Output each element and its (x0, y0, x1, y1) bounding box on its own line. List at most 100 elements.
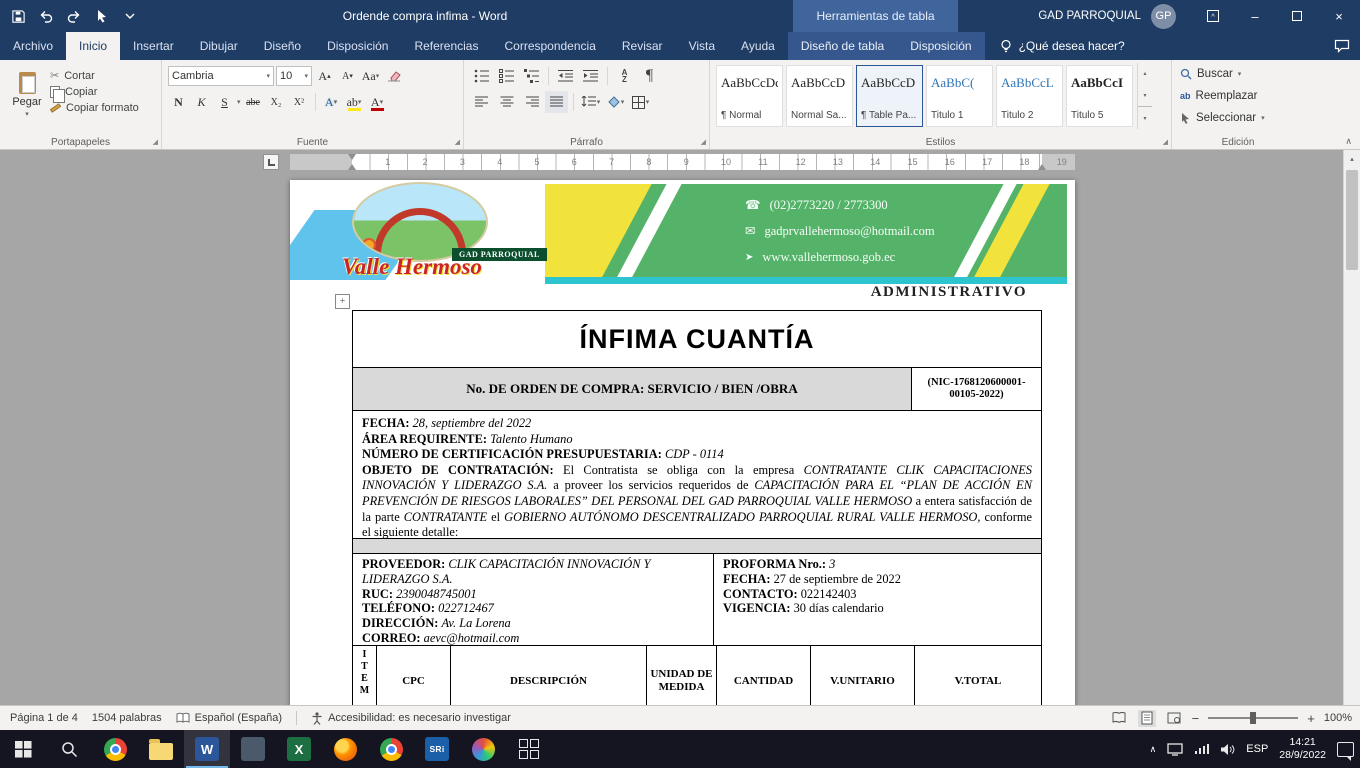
superscript-button[interactable]: X² (289, 92, 310, 113)
tab-dibujar[interactable]: Dibujar (187, 32, 251, 60)
clipboard-dialog-launcher[interactable]: ◢ (153, 138, 158, 146)
tab-referencias[interactable]: Referencias (401, 32, 491, 60)
tab-disposicion[interactable]: Disposición (314, 32, 401, 60)
tab-revisar[interactable]: Revisar (609, 32, 676, 60)
cut-button[interactable]: ✂Cortar (50, 69, 139, 82)
taskbar-search-button[interactable] (46, 730, 92, 768)
multilevel-list-button[interactable] (520, 65, 543, 87)
keyboard-language[interactable]: ESP (1246, 743, 1268, 755)
shading-button[interactable]: ▾ (604, 91, 627, 113)
italic-button[interactable]: K (191, 92, 212, 113)
find-button[interactable]: Buscar▾ (1176, 63, 1300, 85)
taskbar-clock[interactable]: 14:21 28/9/2022 (1279, 736, 1326, 762)
volume-tray-icon[interactable] (1220, 743, 1235, 756)
tab-archivo[interactable]: Archivo (0, 32, 66, 60)
close-button[interactable]: × (1318, 0, 1360, 32)
font-color-button[interactable]: A▾ (367, 92, 388, 113)
highlight-button[interactable]: ab▾ (344, 92, 365, 113)
grow-font-button[interactable]: A▴ (314, 66, 335, 87)
tab-ayuda[interactable]: Ayuda (728, 32, 788, 60)
taskbar-chrome-2[interactable] (368, 730, 414, 768)
taskbar-app-colorful[interactable] (460, 730, 506, 768)
taskbar-word[interactable]: W (184, 730, 230, 768)
zoom-in-button[interactable]: + (1307, 711, 1315, 726)
redo-button[interactable] (62, 3, 86, 29)
context-tab-diseno-de-tabla[interactable]: Diseño de tabla (788, 32, 897, 60)
taskbar-excel[interactable]: X (276, 730, 322, 768)
account-avatar[interactable]: GP (1151, 4, 1176, 29)
page-indicator[interactable]: Página 1 de 4 (10, 712, 78, 724)
scrollbar-thumb[interactable] (1346, 170, 1358, 270)
read-mode-button[interactable] (1111, 710, 1129, 727)
style-table-pa[interactable]: AaBbCcD¶ Table Pa... (856, 65, 923, 127)
save-button[interactable] (6, 3, 30, 29)
style-titulo-1[interactable]: AaBbC(Titulo 1 (926, 65, 993, 127)
context-tab-disposicion[interactable]: Disposición (897, 32, 984, 60)
line-spacing-button[interactable]: ▾ (579, 91, 602, 113)
language-indicator[interactable]: Español (España) (176, 712, 282, 724)
style-titulo-5[interactable]: AaBbCcITitulo 5 (1066, 65, 1133, 127)
style-normal-sa[interactable]: AaBbCcD dENormal Sa... (786, 65, 853, 127)
justify-button[interactable] (545, 91, 568, 113)
paragraph-dialog-launcher[interactable]: ◢ (701, 138, 706, 146)
copy-button[interactable]: Copiar (50, 86, 139, 98)
display-tray-icon[interactable] (1167, 743, 1183, 756)
account-name[interactable]: GAD PARROQUIAL (1038, 10, 1141, 22)
sort-button[interactable]: AZ (613, 65, 636, 87)
style-titulo-2[interactable]: AaBbCcLTitulo 2 (996, 65, 1063, 127)
replace-button[interactable]: ab Reemplazar (1176, 85, 1300, 107)
touch-mode-button[interactable] (90, 3, 114, 29)
table-move-handle[interactable]: + (335, 294, 350, 309)
align-center-button[interactable] (495, 91, 518, 113)
ribbon-display-options-button[interactable]: ^ (1192, 0, 1234, 32)
strikethrough-button[interactable]: abe (243, 92, 264, 113)
underline-button[interactable]: S (214, 92, 235, 113)
font-dialog-launcher[interactable]: ◢ (455, 138, 460, 146)
taskbar-app-window[interactable] (230, 730, 276, 768)
document-page[interactable]: ☎(02)2773220 / 2773300 ✉gadprvallehermos… (290, 180, 1075, 705)
zoom-out-button[interactable]: − (1192, 711, 1200, 726)
tab-vista[interactable]: Vista (676, 32, 728, 60)
text-effects-button[interactable]: A▾ (321, 92, 342, 113)
start-button[interactable] (0, 730, 46, 768)
font-size-select[interactable]: 10▾ (276, 66, 312, 86)
paste-button[interactable]: Pegar ▾ (4, 63, 50, 127)
tab-selector[interactable] (263, 154, 279, 170)
font-name-select[interactable]: Cambria▾ (168, 66, 274, 86)
numbered-list-button[interactable] (495, 65, 518, 87)
minimize-button[interactable]: – (1234, 0, 1276, 32)
qat-customize-button[interactable] (118, 3, 142, 29)
select-button[interactable]: Seleccionar▾ (1176, 107, 1300, 129)
network-tray-icon[interactable] (1194, 743, 1209, 755)
action-center-button[interactable] (1337, 742, 1354, 757)
taskbar-app-grid[interactable] (506, 730, 552, 768)
tray-expand-icon[interactable]: ∧ (1150, 744, 1157, 755)
tab-correspondencia[interactable]: Correspondencia (491, 32, 608, 60)
clear-formatting-button[interactable] (383, 66, 404, 87)
format-painter-button[interactable]: Copiar formato (50, 102, 139, 114)
tab-inicio[interactable]: Inicio (66, 32, 120, 60)
zoom-slider-thumb[interactable] (1250, 712, 1256, 724)
show-marks-button[interactable]: ¶ (638, 65, 661, 87)
vertical-scrollbar[interactable]: ▴ (1343, 150, 1360, 705)
first-line-indent-marker[interactable] (348, 154, 356, 160)
maximize-button[interactable] (1276, 0, 1318, 32)
word-count[interactable]: 1504 palabras (92, 712, 162, 724)
scroll-up-icon[interactable]: ▴ (1344, 150, 1360, 167)
comments-icon[interactable] (1334, 39, 1350, 53)
taskbar-sri[interactable]: SRi (414, 730, 460, 768)
taskbar-chrome[interactable] (92, 730, 138, 768)
shrink-font-button[interactable]: A▾ (337, 66, 358, 87)
bold-button[interactable]: N (168, 92, 189, 113)
web-layout-button[interactable] (1165, 710, 1183, 727)
tab-insertar[interactable]: Insertar (120, 32, 187, 60)
borders-button[interactable]: ▾ (629, 91, 652, 113)
accessibility-status[interactable]: Accesibilidad: es necesario investigar (311, 712, 511, 725)
subscript-button[interactable]: X₂ (266, 92, 287, 113)
undo-button[interactable] (34, 3, 58, 29)
taskbar-firefox[interactable] (322, 730, 368, 768)
collapse-ribbon-icon[interactable]: ∧ (1345, 136, 1352, 147)
tell-me-box[interactable]: ¿Qué desea hacer? (999, 32, 1125, 60)
right-indent-marker[interactable] (1038, 164, 1046, 170)
zoom-slider[interactable] (1208, 717, 1298, 719)
